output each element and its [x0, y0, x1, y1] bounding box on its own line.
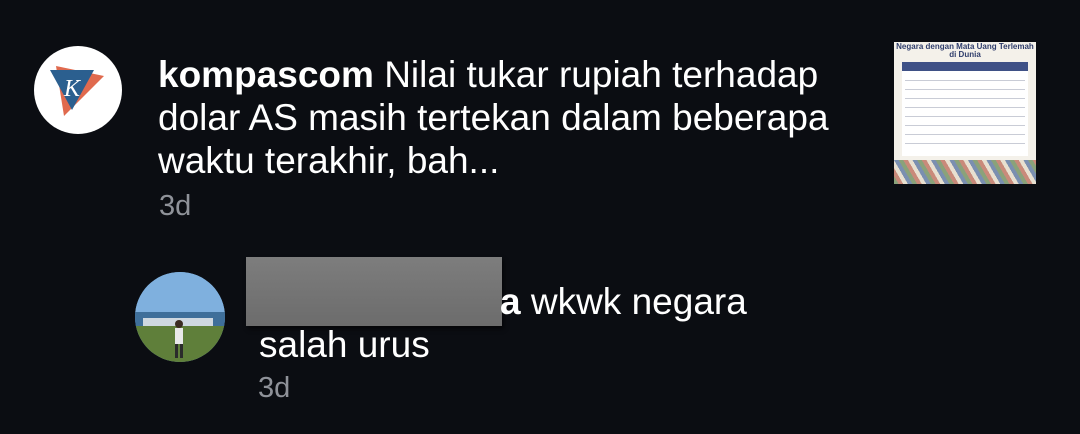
svg-text:K: K: [63, 76, 82, 102]
thumbnail-decoration: [894, 160, 1036, 184]
post-thumbnail[interactable]: Negara dengan Mata Uang Terlemah di Duni…: [894, 42, 1036, 184]
comment-body-line2: salah urus: [259, 324, 430, 365]
redacted-username: [246, 257, 502, 326]
comment-timestamp: 3d: [159, 190, 192, 222]
comment-text: kompascom Nilai tukar rupiah terhadap do…: [158, 53, 848, 182]
kompas-avatar[interactable]: K: [34, 46, 122, 134]
comment-body-line1: wkwk negara: [530, 281, 747, 322]
user-avatar-photo: [135, 272, 225, 362]
comment-username-fragment[interactable]: a: [500, 281, 521, 322]
comment-username[interactable]: kompascom: [158, 54, 374, 95]
thumbnail-title: Negara dengan Mata Uang Terlemah di Duni…: [896, 42, 1034, 59]
user-avatar[interactable]: [135, 272, 225, 362]
kompas-logo-icon: K: [50, 66, 104, 116]
thumbnail-table: [902, 62, 1028, 156]
comment-timestamp: 3d: [258, 372, 291, 404]
comment-text-line: a wkwk negara: [500, 280, 747, 323]
